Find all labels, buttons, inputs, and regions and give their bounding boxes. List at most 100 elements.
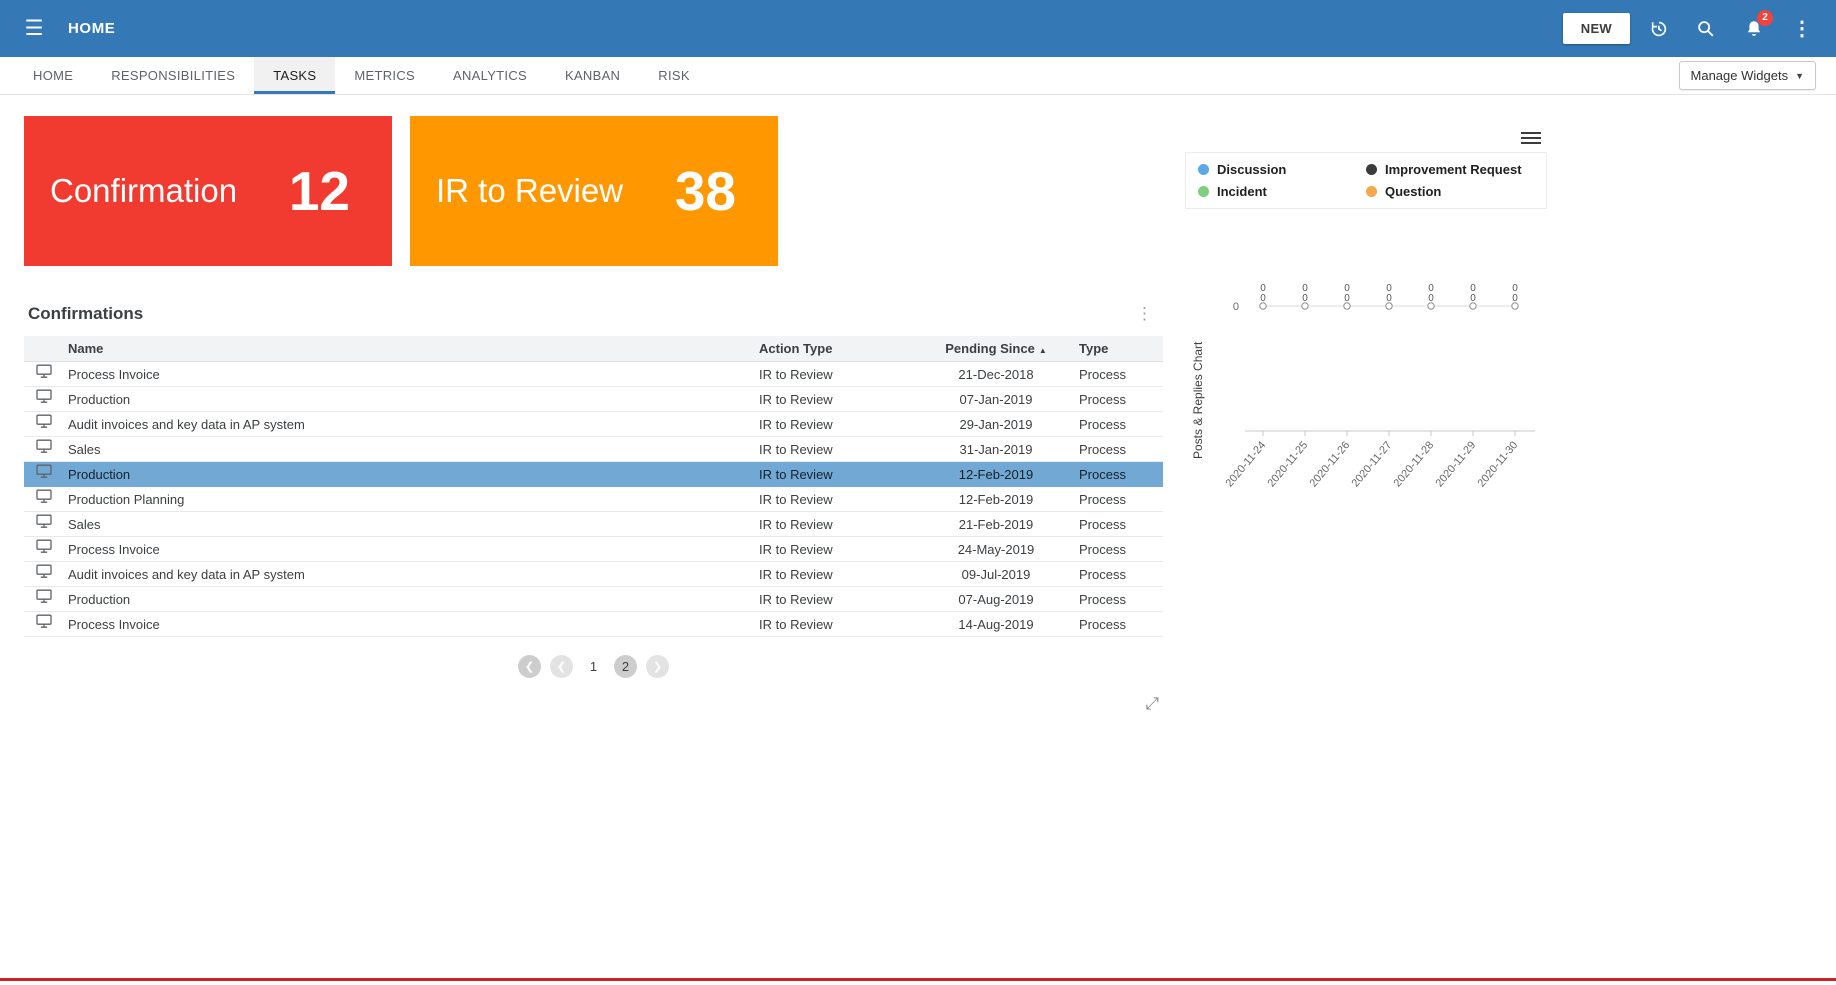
cell-pending-since: 14-Aug-2019 (921, 612, 1071, 637)
confirmations-title: Confirmations (28, 304, 143, 324)
column-header-pending-since[interactable]: Pending Since▲ (921, 336, 1071, 362)
legend-label: Question (1385, 184, 1441, 199)
table-row[interactable]: Process InvoiceIR to Review21-Dec-2018Pr… (24, 362, 1163, 387)
expand-icon[interactable]: ⤢ (1145, 694, 1159, 714)
cell-icon (24, 587, 60, 612)
search-icon[interactable] (1686, 9, 1726, 49)
svg-text:2020-11-25: 2020-11-25 (1265, 439, 1310, 489)
cell-icon (24, 412, 60, 437)
process-monitor-icon (36, 442, 52, 457)
legend-dot-icon (1198, 164, 1209, 175)
process-monitor-icon (36, 617, 52, 632)
summary-card[interactable]: Confirmation 12 (24, 116, 392, 266)
table-row[interactable]: Production PlanningIR to Review12-Feb-20… (24, 487, 1163, 512)
tab-home[interactable]: HOME (14, 57, 92, 94)
widget-kebab-icon[interactable]: ⋮ (1128, 304, 1161, 324)
pagination-page-2[interactable]: 2 (614, 655, 637, 678)
process-monitor-icon (36, 567, 52, 582)
app-bar: ☰ HOME NEW 2 ⋮ (0, 0, 1836, 57)
hamburger-menu-icon[interactable]: ☰ (14, 9, 54, 49)
legend-item-discussion[interactable]: Discussion (1198, 162, 1366, 177)
caret-down-icon: ▼ (1795, 71, 1804, 81)
summary-card[interactable]: IR to Review 38 (410, 116, 778, 266)
cell-icon (24, 612, 60, 637)
cell-action-type: IR to Review (751, 537, 921, 562)
table-row[interactable]: ProductionIR to Review07-Aug-2019Process (24, 587, 1163, 612)
legend-dot-icon (1198, 186, 1209, 197)
new-button[interactable]: NEW (1563, 13, 1630, 44)
cell-type: Process (1071, 512, 1163, 537)
cell-action-type: IR to Review (751, 462, 921, 487)
table-row[interactable]: Audit invoices and key data in AP system… (24, 412, 1163, 437)
pagination-prev-button[interactable]: ❮ (550, 655, 573, 678)
cell-pending-since: 09-Jul-2019 (921, 562, 1071, 587)
process-monitor-icon (36, 542, 52, 557)
pagination: ❮ ❮ 12 ❯ (24, 637, 1163, 686)
cell-action-type: IR to Review (751, 587, 921, 612)
main-content: Confirmation 12 IR to Review 38 Confirma… (0, 95, 1836, 714)
pagination-next-button[interactable]: ❯ (646, 655, 669, 678)
footer-accent-line (0, 978, 1836, 981)
legend-dot-icon (1366, 186, 1377, 197)
legend-item-question[interactable]: Question (1366, 184, 1534, 199)
chart-y-axis-label: Posts & Replies Chart (1191, 342, 1205, 459)
appbar-actions: NEW 2 ⋮ (1563, 9, 1822, 49)
table-row[interactable]: SalesIR to Review21-Feb-2019Process (24, 512, 1163, 537)
tab-responsibilities[interactable]: RESPONSIBILITIES (92, 57, 254, 94)
cell-type: Process (1071, 362, 1163, 387)
svg-text:2020-11-30: 2020-11-30 (1475, 439, 1520, 489)
cell-type: Process (1071, 487, 1163, 512)
confirmations-header: Confirmations ⋮ (24, 300, 1163, 336)
legend-dot-icon (1366, 164, 1377, 175)
history-icon[interactable] (1638, 9, 1678, 49)
cell-pending-since: 29-Jan-2019 (921, 412, 1071, 437)
legend-label: Discussion (1217, 162, 1286, 177)
column-header-action-type[interactable]: Action Type (751, 336, 921, 362)
tab-kanban[interactable]: KANBAN (546, 57, 639, 94)
cell-icon (24, 537, 60, 562)
cell-type: Process (1071, 587, 1163, 612)
table-row[interactable]: Process InvoiceIR to Review24-May-2019Pr… (24, 537, 1163, 562)
tab-risk[interactable]: RISK (639, 57, 709, 94)
svg-text:2020-11-24: 2020-11-24 (1223, 439, 1268, 489)
table-row[interactable]: ProductionIR to Review07-Jan-2019Process (24, 387, 1163, 412)
process-monitor-icon (36, 492, 52, 507)
column-header-type[interactable]: Type (1071, 336, 1163, 362)
cell-type: Process (1071, 562, 1163, 587)
cell-type: Process (1071, 412, 1163, 437)
card-label: Confirmation (50, 172, 237, 210)
cell-name: Production (60, 462, 751, 487)
table-row[interactable]: SalesIR to Review31-Jan-2019Process (24, 437, 1163, 462)
cell-name: Audit invoices and key data in AP system (60, 562, 751, 587)
table-row[interactable]: Audit invoices and key data in AP system… (24, 562, 1163, 587)
cell-action-type: IR to Review (751, 412, 921, 437)
table-row[interactable]: ProductionIR to Review12-Feb-2019Process (24, 462, 1163, 487)
pagination-page-1[interactable]: 1 (582, 655, 605, 678)
cell-name: Sales (60, 512, 751, 537)
tab-list: HOMERESPONSIBILITIESTASKSMETRICSANALYTIC… (14, 57, 709, 94)
table-row[interactable]: Process InvoiceIR to Review14-Aug-2019Pr… (24, 612, 1163, 637)
manage-widgets-button[interactable]: Manage Widgets ▼ (1679, 61, 1816, 90)
legend-item-improvement-request[interactable]: Improvement Request (1366, 162, 1534, 177)
pagination-first-button[interactable]: ❮ (518, 655, 541, 678)
cell-name: Process Invoice (60, 362, 751, 387)
column-header-name[interactable]: Name (60, 336, 751, 362)
card-label: IR to Review (436, 172, 623, 210)
tab-bar: HOMERESPONSIBILITIESTASKSMETRICSANALYTIC… (0, 57, 1836, 95)
svg-text:2020-11-26: 2020-11-26 (1307, 439, 1352, 489)
svg-text:2020-11-28: 2020-11-28 (1391, 439, 1436, 489)
cell-pending-since: 24-May-2019 (921, 537, 1071, 562)
card-value: 12 (289, 159, 350, 223)
tab-metrics[interactable]: METRICS (335, 57, 434, 94)
cell-name: Production Planning (60, 487, 751, 512)
tab-analytics[interactable]: ANALYTICS (434, 57, 546, 94)
notifications-bell-icon[interactable]: 2 (1734, 9, 1774, 49)
cell-pending-since: 21-Feb-2019 (921, 512, 1071, 537)
legend-label: Improvement Request (1385, 162, 1522, 177)
overflow-kebab-icon[interactable]: ⋮ (1782, 9, 1822, 49)
chart-menu-icon[interactable] (1521, 129, 1541, 147)
cell-action-type: IR to Review (751, 362, 921, 387)
legend-item-incident[interactable]: Incident (1198, 184, 1366, 199)
tab-tasks[interactable]: TASKS (254, 57, 335, 94)
column-header-icon (24, 336, 60, 362)
